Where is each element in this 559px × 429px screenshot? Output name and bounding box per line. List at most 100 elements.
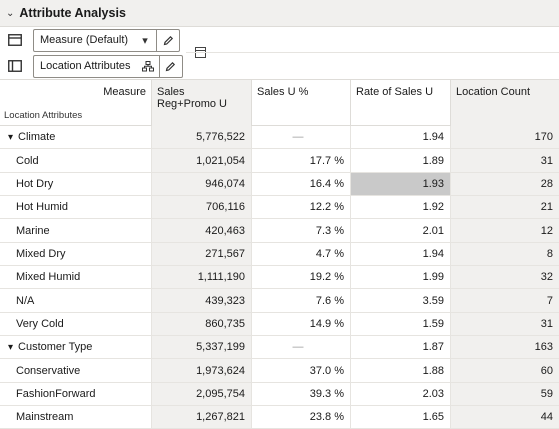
column-header[interactable]: Location Count bbox=[450, 80, 559, 126]
data-cell[interactable]: 4.7 % bbox=[251, 242, 350, 266]
data-cell[interactable]: 60 bbox=[450, 359, 559, 382]
data-cell[interactable]: 163 bbox=[450, 336, 559, 359]
data-cell[interactable]: 1.89 bbox=[350, 149, 450, 172]
grid-header: Measure Location Attributes Sales Reg+Pr… bbox=[0, 79, 559, 126]
table-row[interactable]: FashionForward 2,095,754 39.3 % 2.03 59 bbox=[0, 382, 559, 407]
attribute-grid: Measure Location Attributes Sales Reg+Pr… bbox=[0, 79, 559, 429]
data-cell[interactable]: 12 bbox=[450, 219, 559, 242]
data-cell[interactable]: 59 bbox=[450, 382, 559, 406]
data-cell[interactable]: 7.3 % bbox=[251, 219, 350, 242]
toolbar-divider bbox=[186, 52, 559, 53]
row-label[interactable]: ▾ Customer Type bbox=[0, 336, 151, 358]
columns-layout-icon[interactable] bbox=[8, 34, 22, 46]
data-cell[interactable]: 44 bbox=[450, 406, 559, 429]
hierarchy-icon[interactable] bbox=[137, 56, 159, 77]
table-row[interactable]: Cold 1,021,054 17.7 % 1.89 31 bbox=[0, 149, 559, 173]
data-cell[interactable]: 420,463 bbox=[151, 219, 251, 242]
expand-caret-icon[interactable]: ▾ bbox=[8, 342, 13, 353]
data-cell[interactable]: 2.01 bbox=[350, 219, 450, 242]
measure-toolbar-row: Measure (Default) ▾ bbox=[0, 27, 181, 53]
data-cell[interactable]: 860,735 bbox=[151, 312, 251, 336]
data-cell[interactable]: 439,323 bbox=[151, 289, 251, 312]
data-cell[interactable]: 5,337,199 bbox=[151, 336, 251, 359]
edit-pencil-icon[interactable] bbox=[157, 30, 179, 51]
data-cell[interactable]: 1.87 bbox=[350, 336, 450, 359]
row-label-text: Customer Type bbox=[18, 341, 93, 354]
data-cell[interactable]: 37.0 % bbox=[251, 359, 350, 382]
data-cell[interactable]: 1.94 bbox=[350, 242, 450, 266]
table-row[interactable]: N/A 439,323 7.6 % 3.59 7 bbox=[0, 289, 559, 313]
data-cell[interactable]: 16.4 % bbox=[251, 172, 350, 196]
data-cell[interactable]: 32 bbox=[450, 266, 559, 289]
data-cell[interactable]: 1,973,624 bbox=[151, 359, 251, 382]
corner-measure-label: Measure bbox=[103, 86, 146, 98]
data-cell[interactable]: 1.94 bbox=[350, 126, 450, 149]
column-header[interactable]: Sales U % bbox=[251, 80, 350, 126]
data-cell[interactable]: — bbox=[251, 336, 350, 359]
data-cell[interactable]: 1,267,821 bbox=[151, 406, 251, 429]
column-header[interactable]: Rate of Sales U bbox=[350, 80, 450, 126]
row-label: Mixed Dry bbox=[0, 243, 151, 265]
row-label-text: Very Cold bbox=[16, 317, 64, 330]
data-cell[interactable]: 706,116 bbox=[151, 196, 251, 219]
row-label: Cold bbox=[0, 149, 151, 171]
table-row[interactable]: Mixed Humid 1,111,190 19.2 % 1.99 32 bbox=[0, 266, 559, 290]
expand-caret-icon[interactable]: ▾ bbox=[8, 132, 13, 143]
data-cell[interactable]: 946,074 bbox=[151, 172, 251, 196]
table-row[interactable]: Hot Humid 706,116 12.2 % 1.92 21 bbox=[0, 196, 559, 220]
data-cell[interactable]: 12.2 % bbox=[251, 196, 350, 219]
data-cell[interactable]: 7 bbox=[450, 289, 559, 312]
location-attributes-selector[interactable]: Location Attributes bbox=[33, 54, 183, 78]
data-cell[interactable]: 19.2 % bbox=[251, 266, 350, 289]
data-cell[interactable]: 31 bbox=[450, 149, 559, 172]
panel-header[interactable]: ⌄ Attribute Analysis bbox=[0, 0, 559, 27]
row-label[interactable]: ▾ Climate bbox=[0, 126, 151, 148]
row-label-text: Climate bbox=[18, 131, 56, 144]
row-label-text: Mainstream bbox=[16, 411, 74, 424]
data-cell[interactable]: 1,111,190 bbox=[151, 266, 251, 289]
group-row[interactable]: ▾ Climate 5,776,522—1.94 170 bbox=[0, 126, 559, 150]
data-cell[interactable]: 14.9 % bbox=[251, 312, 350, 336]
data-cell[interactable]: 28 bbox=[450, 172, 559, 196]
collapse-chevron-icon[interactable]: ⌄ bbox=[6, 8, 14, 19]
measure-selector[interactable]: Measure (Default) ▾ bbox=[33, 28, 181, 52]
data-cell[interactable]: 170 bbox=[450, 126, 559, 149]
data-cell[interactable]: 8 bbox=[450, 242, 559, 266]
data-cell[interactable]: 1.99 bbox=[350, 266, 450, 289]
data-cell[interactable]: 1.59 bbox=[350, 312, 450, 336]
row-label: Mainstream bbox=[0, 406, 151, 428]
table-row[interactable]: Marine 420,463 7.3 % 2.01 12 bbox=[0, 219, 559, 243]
data-cell[interactable]: 7.6 % bbox=[251, 289, 350, 312]
data-cell[interactable]: 23.8 % bbox=[251, 406, 350, 429]
row-label-text: Conservative bbox=[16, 364, 81, 377]
data-cell[interactable]: 271,567 bbox=[151, 242, 251, 266]
group-row[interactable]: ▾ Customer Type 5,337,199—1.87 163 bbox=[0, 336, 559, 360]
data-cell[interactable]: 1.65 bbox=[350, 406, 450, 429]
data-cell[interactable]: 1.88 bbox=[350, 359, 450, 382]
row-label-text: Cold bbox=[16, 154, 39, 167]
table-row[interactable]: Mixed Dry 271,567 4.7 % 1.94 8 bbox=[0, 242, 559, 267]
data-cell[interactable]: 2.03 bbox=[350, 382, 450, 406]
data-cell[interactable]: — bbox=[251, 126, 350, 149]
data-cell[interactable]: 31 bbox=[450, 312, 559, 336]
table-row[interactable]: Hot Dry 946,074 16.4 % 1.93 28 bbox=[0, 172, 559, 197]
data-cell[interactable]: 2,095,754 bbox=[151, 382, 251, 406]
data-cell[interactable]: 1.92 bbox=[350, 196, 450, 219]
row-label-text: Hot Dry bbox=[16, 177, 54, 190]
data-cell[interactable]: 21 bbox=[450, 196, 559, 219]
table-row[interactable]: Conservative 1,973,624 37.0 % 1.88 60 bbox=[0, 359, 559, 383]
data-cell[interactable]: 1.93 bbox=[350, 172, 450, 196]
row-label-text: Mixed Humid bbox=[16, 271, 81, 284]
data-cell[interactable]: 17.7 % bbox=[251, 149, 350, 172]
table-row[interactable]: Mainstream 1,267,821 23.8 % 1.65 44 bbox=[0, 406, 559, 429]
location-selector-label: Location Attributes bbox=[40, 60, 131, 72]
rows-layout-icon[interactable] bbox=[8, 60, 22, 72]
edit-pencil-icon[interactable] bbox=[160, 56, 182, 77]
column-header[interactable]: Sales Reg+Promo U bbox=[151, 80, 251, 126]
table-row[interactable]: Very Cold 860,735 14.9 % 1.59 31 bbox=[0, 312, 559, 337]
data-cell[interactable]: 5,776,522 bbox=[151, 126, 251, 149]
data-cell[interactable]: 39.3 % bbox=[251, 382, 350, 406]
chevron-down-icon[interactable]: ▾ bbox=[134, 30, 156, 51]
data-cell[interactable]: 1,021,054 bbox=[151, 149, 251, 172]
data-cell[interactable]: 3.59 bbox=[350, 289, 450, 312]
